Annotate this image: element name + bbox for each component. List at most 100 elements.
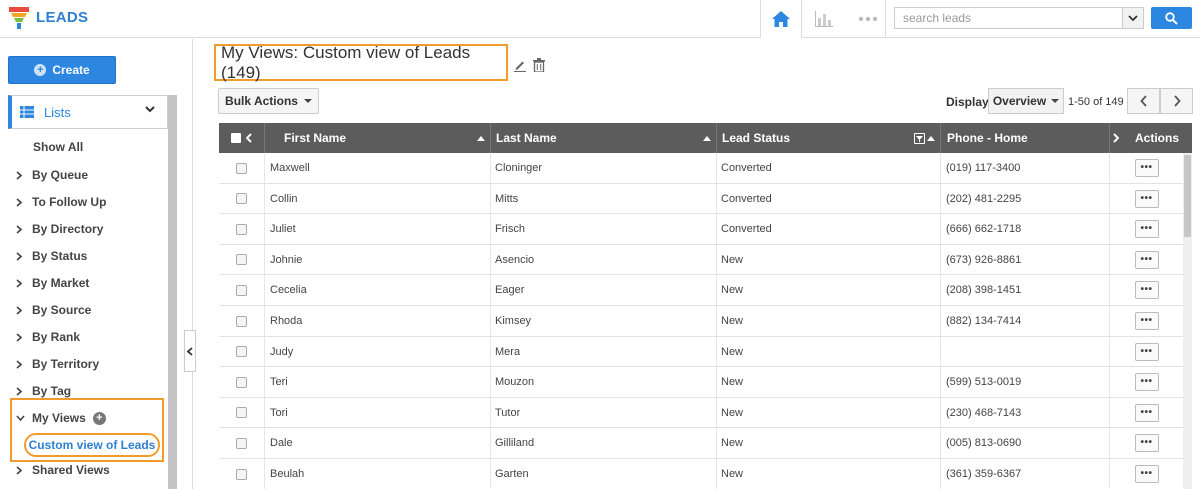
- row-actions-button[interactable]: •••: [1134, 281, 1159, 300]
- more-button[interactable]: [846, 0, 890, 38]
- row-checkbox[interactable]: [236, 376, 247, 388]
- row-actions-button[interactable]: •••: [1134, 220, 1159, 239]
- create-button[interactable]: + Create: [8, 56, 116, 84]
- table-row[interactable]: Tori Tutor New (230) 468-7143 •••: [219, 397, 1183, 429]
- table-row[interactable]: Cecelia Eager New (208) 398-1451 •••: [219, 275, 1183, 306]
- lists-dropdown[interactable]: Lists: [8, 95, 168, 129]
- table-row[interactable]: Collin Mitts Converted (202) 481-2295 •••: [219, 183, 1183, 215]
- search-dropdown-button[interactable]: [1122, 7, 1144, 29]
- cell-last-name: Kimsey: [491, 306, 717, 336]
- row-checkbox[interactable]: [236, 193, 247, 205]
- table-row[interactable]: Juliet Frisch Converted (666) 662-1718 •••: [219, 214, 1183, 245]
- search-input[interactable]: [894, 7, 1122, 29]
- cell-last-name: Asencio: [491, 244, 717, 275]
- cell-last-name: Mitts: [491, 183, 717, 214]
- caret-down-icon: [303, 99, 312, 103]
- row-checkbox[interactable]: [236, 315, 247, 327]
- row-actions-button[interactable]: •••: [1134, 465, 1159, 483]
- row-actions-button[interactable]: •••: [1134, 403, 1159, 422]
- sort-up-icon[interactable]: [477, 135, 485, 141]
- column-header-phone-home[interactable]: Phone - Home: [941, 123, 1110, 153]
- row-actions-button[interactable]: •••: [1134, 159, 1159, 177]
- home-button[interactable]: [760, 0, 802, 38]
- row-checkbox[interactable]: [236, 407, 247, 419]
- row-actions-button[interactable]: •••: [1134, 189, 1159, 208]
- column-header-last-name[interactable]: Last Name: [491, 123, 717, 153]
- chevron-down-icon: [1128, 15, 1138, 21]
- more-dots-icon: •••: [1140, 437, 1153, 449]
- row-checkbox[interactable]: [236, 284, 247, 296]
- table-row[interactable]: Rhoda Kimsey New (882) 134-7414 •••: [219, 306, 1183, 337]
- cell-actions: •••: [1110, 214, 1183, 244]
- sidebar-scrollbar-thumb[interactable]: [168, 95, 177, 489]
- row-checkbox[interactable]: [236, 162, 247, 174]
- row-actions-button[interactable]: •••: [1134, 434, 1159, 453]
- sidebar-item-shared-views[interactable]: Shared Views: [16, 461, 110, 479]
- search-button[interactable]: [1151, 7, 1192, 29]
- top-bar: LEADS: [0, 0, 1200, 38]
- sidebar-item-show-all[interactable]: Show All: [33, 138, 83, 156]
- row-checkbox[interactable]: [236, 223, 247, 235]
- sidebar-item-by-territory[interactable]: By Territory: [16, 355, 99, 373]
- select-all-checkbox[interactable]: [231, 133, 241, 143]
- row-actions-button[interactable]: •••: [1134, 342, 1159, 361]
- chevron-right-icon: [16, 197, 28, 207]
- add-view-icon[interactable]: +: [92, 411, 106, 425]
- cell-first-name: Tori: [265, 397, 491, 428]
- cell-first-name: Dale: [265, 428, 491, 459]
- sidebar: + Create Lists Show All By Queue To Foll: [0, 39, 193, 489]
- chevron-left-icon[interactable]: [246, 133, 252, 143]
- table-row[interactable]: Teri Mouzon New (599) 513-0019 •••: [219, 367, 1183, 398]
- edit-pencil-icon[interactable]: [514, 59, 526, 72]
- row-actions-button[interactable]: •••: [1134, 373, 1159, 392]
- sidebar-scrollbar[interactable]: [168, 95, 177, 489]
- table-row[interactable]: Johnie Asencio New (673) 926-8861 •••: [219, 244, 1183, 276]
- trash-icon[interactable]: [533, 58, 545, 72]
- table-row[interactable]: Judy Mera New •••: [219, 336, 1183, 368]
- more-dots-icon: •••: [1140, 223, 1153, 235]
- row-actions-button[interactable]: •••: [1134, 250, 1159, 269]
- sidebar-item-by-status[interactable]: By Status: [16, 247, 87, 265]
- table-row[interactable]: Dale Gilliland New (005) 813-0690 •••: [219, 428, 1183, 459]
- sort-up-icon[interactable]: [703, 135, 711, 141]
- column-header-lead-status[interactable]: Lead Status: [717, 123, 941, 153]
- row-select-cell: [219, 428, 265, 459]
- filter-icon[interactable]: [914, 133, 925, 144]
- sidebar-item-by-market[interactable]: By Market: [16, 274, 89, 292]
- prev-page-button[interactable]: [1127, 88, 1160, 114]
- sidebar-item-by-rank[interactable]: By Rank: [16, 328, 80, 346]
- cell-phone-home: (882) 134-7414: [941, 306, 1110, 336]
- row-checkbox[interactable]: [236, 437, 247, 449]
- row-checkbox[interactable]: [236, 254, 247, 266]
- table-scrollbar-thumb[interactable]: [1184, 155, 1191, 237]
- collapse-sidebar-button[interactable]: [184, 330, 196, 372]
- bulk-actions-button[interactable]: Bulk Actions: [218, 88, 319, 114]
- cell-phone-home: (019) 117-3400: [941, 153, 1110, 183]
- chevron-right-icon[interactable]: [1113, 133, 1119, 143]
- table-row[interactable]: Maxwell Cloninger Converted (019) 117-3400 •…: [219, 153, 1183, 184]
- sidebar-item-by-directory[interactable]: By Directory: [16, 220, 103, 238]
- cell-phone-home: [941, 336, 1110, 367]
- sidebar-item-my-views[interactable]: My Views +: [16, 409, 106, 427]
- row-checkbox[interactable]: [236, 346, 247, 358]
- table-row[interactable]: Beulah Garten New (361) 359-6367 •••: [219, 459, 1183, 489]
- sidebar-item-to-follow-up[interactable]: To Follow Up: [16, 193, 106, 211]
- display-select[interactable]: Overview: [988, 88, 1064, 114]
- sidebar-item-by-source[interactable]: By Source: [16, 301, 91, 319]
- row-actions-button[interactable]: •••: [1134, 312, 1159, 330]
- sidebar-item-by-queue[interactable]: By Queue: [16, 166, 88, 184]
- row-select-cell: [219, 459, 265, 489]
- cell-lead-status: New: [717, 367, 941, 398]
- row-select-cell: [219, 367, 265, 398]
- search-icon: [1165, 11, 1178, 25]
- sort-up-icon[interactable]: [927, 135, 935, 141]
- next-page-button[interactable]: [1160, 88, 1193, 114]
- cell-first-name: Cecelia: [265, 275, 491, 306]
- table-scrollbar[interactable]: [1183, 153, 1192, 489]
- sidebar-item-custom-view[interactable]: Custom view of Leads: [24, 433, 160, 457]
- column-header-first-name[interactable]: First Name: [265, 123, 491, 153]
- row-checkbox[interactable]: [236, 468, 247, 480]
- cell-actions: •••: [1110, 184, 1183, 214]
- reports-button[interactable]: [802, 0, 846, 38]
- cell-actions: •••: [1110, 367, 1183, 397]
